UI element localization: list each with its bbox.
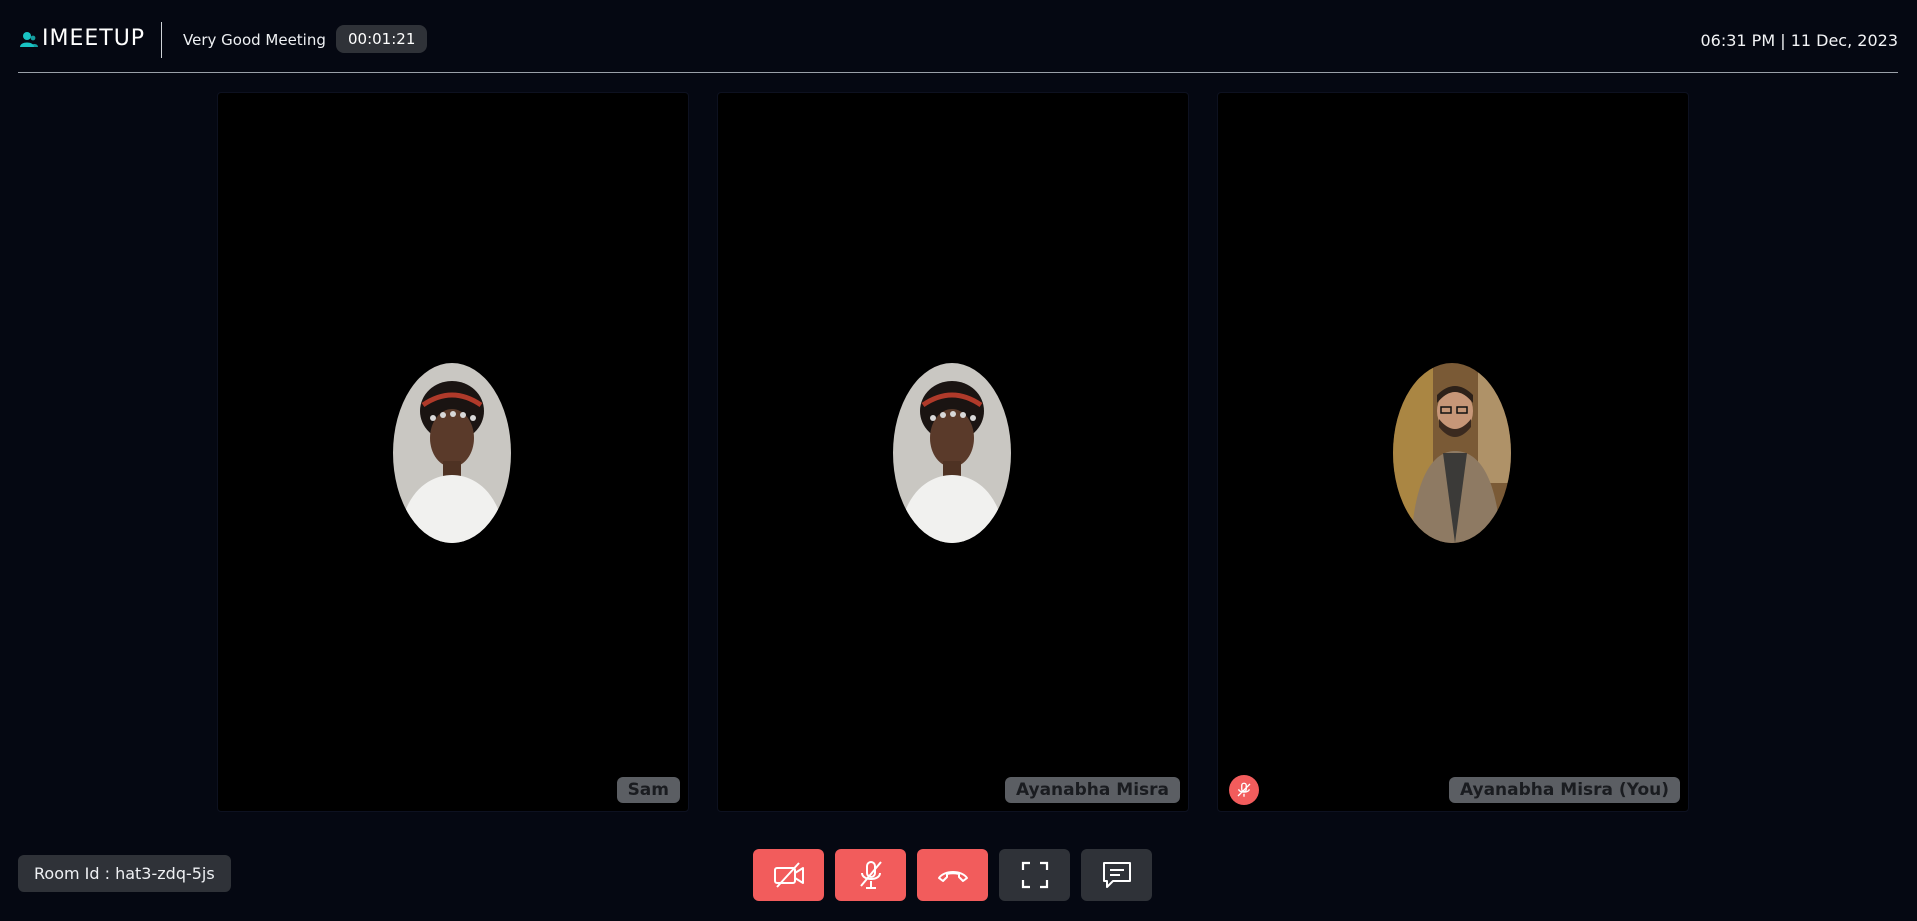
room-id-badge[interactable]: Room Id : hat3-zdq-5js (18, 855, 231, 892)
meeting-timer: 00:01:21 (336, 25, 428, 53)
user-group-icon (20, 30, 38, 48)
mic-off-indicator (1229, 775, 1259, 805)
participant-avatar (1393, 363, 1511, 543)
hang-up-icon (937, 871, 968, 882)
participant-name: Ayanabha Misra (You) (1448, 777, 1680, 803)
participant-name: Ayanabha Misra (1004, 777, 1180, 803)
fullscreen-icon (1021, 861, 1048, 889)
toggle-mic-button[interactable] (835, 849, 906, 901)
meeting-title: Very Good Meeting (183, 31, 326, 49)
participant-tile-self[interactable]: Ayanabha Misra (You) (1217, 92, 1689, 812)
app-logo[interactable]: IMEETUP (20, 26, 145, 51)
call-controls (753, 849, 1152, 901)
mic-off-icon (1237, 782, 1251, 797)
participant-avatar (893, 363, 1011, 543)
participant-tile[interactable]: Sam (217, 92, 689, 812)
app-name: IMEETUP (42, 26, 146, 51)
mic-off-icon (859, 861, 882, 889)
fullscreen-button[interactable] (999, 849, 1070, 901)
chat-icon (1102, 862, 1131, 888)
participant-avatar (393, 363, 511, 543)
header-divider (161, 22, 162, 58)
participant-name: Sam (616, 777, 680, 803)
video-off-icon (773, 862, 804, 888)
chat-button[interactable] (1081, 849, 1152, 901)
header-bar: IMEETUP Very Good Meeting 00:01:21 06:31… (18, 0, 1898, 73)
end-call-button[interactable] (917, 849, 988, 901)
date-time: 06:31 PM | 11 Dec, 2023 (1700, 31, 1898, 50)
toggle-video-button[interactable] (753, 849, 824, 901)
participant-tile[interactable]: Ayanabha Misra (717, 92, 1189, 812)
